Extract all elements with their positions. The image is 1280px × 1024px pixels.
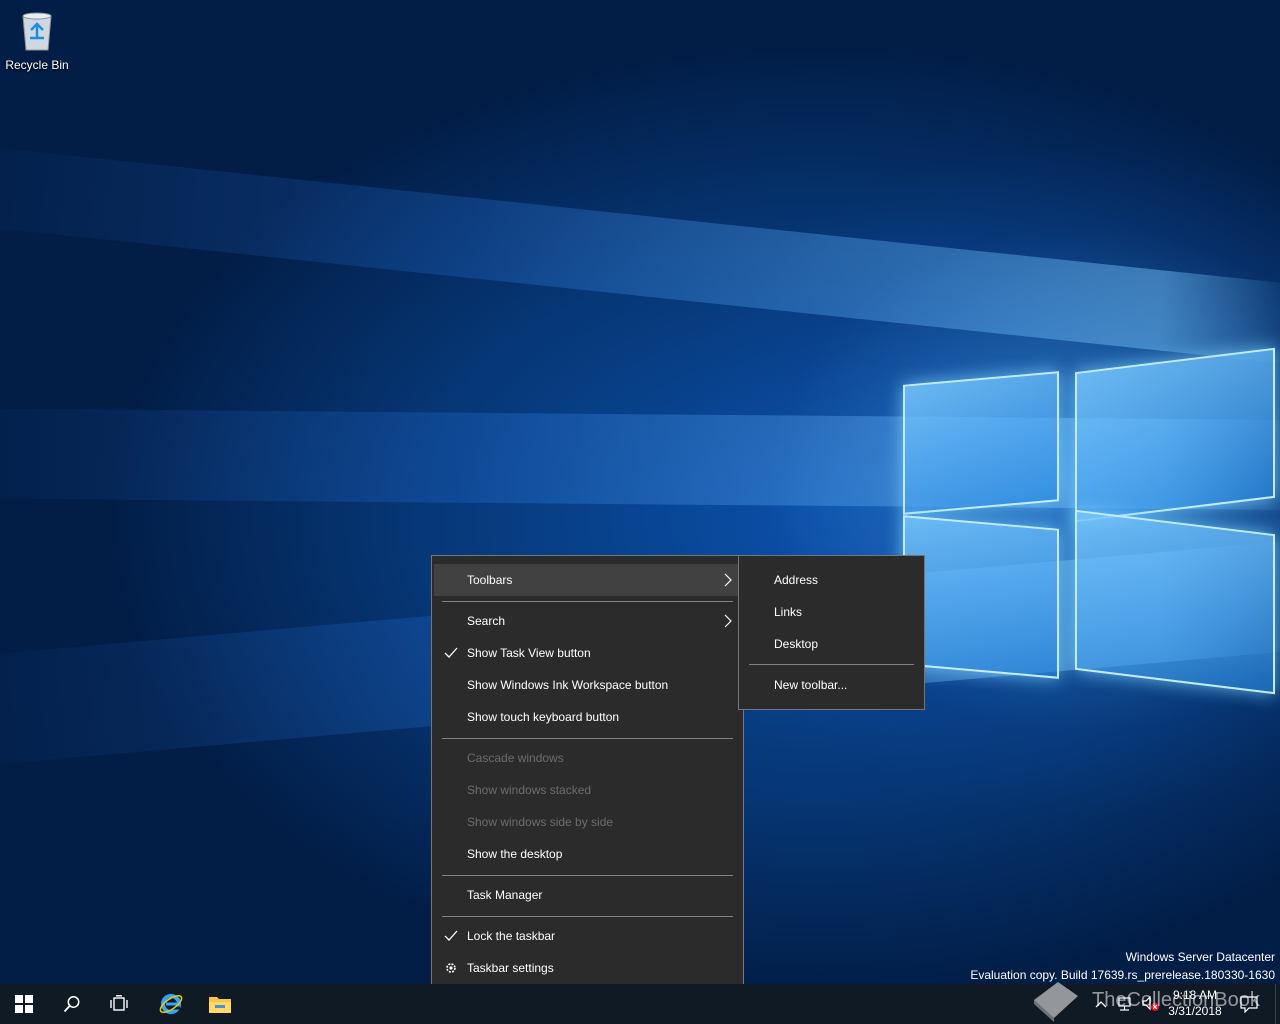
internet-explorer-taskbar-button[interactable] <box>147 984 195 1024</box>
menu-item-show-ink-workspace-button[interactable]: Show Windows Ink Workspace button <box>434 669 741 701</box>
menu-item-label: Toolbars <box>467 573 513 587</box>
menu-item-label: Search <box>467 614 506 628</box>
menu-separator <box>749 664 914 665</box>
internet-explorer-icon <box>159 994 183 1014</box>
chevron-right-icon <box>724 614 732 628</box>
search-button[interactable] <box>48 984 96 1024</box>
overlay-watermark: TheCollectionBook <box>1030 976 1260 1024</box>
recycle-bin-label: Recycle Bin <box>5 58 69 72</box>
show-desktop-button[interactable] <box>1275 984 1280 1024</box>
menu-item-label: Taskbar settings <box>467 961 554 975</box>
watermark-edition: Windows Server Datacenter <box>1125 950 1275 964</box>
menu-item-label: Task Manager <box>467 888 543 902</box>
menu-item-show-windows-side-by-side: Show windows side by side <box>434 806 741 838</box>
checkmark-icon <box>444 647 458 658</box>
menu-separator <box>442 875 733 876</box>
start-button[interactable] <box>0 984 48 1024</box>
submenu-item-links[interactable]: Links <box>741 596 922 628</box>
chevron-right-icon <box>724 573 732 587</box>
gear-icon <box>446 963 456 973</box>
menu-item-taskbar-settings[interactable]: Taskbar settings <box>434 952 741 984</box>
menu-item-show-the-desktop[interactable]: Show the desktop <box>434 838 741 870</box>
toolbars-submenu: Address Links Desktop New toolbar... <box>738 555 925 710</box>
menu-separator <box>442 601 733 602</box>
search-icon <box>63 996 80 1013</box>
file-explorer-taskbar-button[interactable] <box>196 984 244 1024</box>
overlay-watermark-text: TheCollectionBook <box>1092 988 1260 1011</box>
start-icon <box>15 995 33 1013</box>
file-explorer-icon <box>209 997 231 1013</box>
menu-separator <box>442 738 733 739</box>
menu-item-toolbars[interactable]: Toolbars <box>434 564 741 596</box>
menu-separator <box>442 916 733 917</box>
task-view-button[interactable] <box>96 984 144 1024</box>
menu-item-show-windows-stacked: Show windows stacked <box>434 774 741 806</box>
menu-item-label: Cascade windows <box>467 751 564 765</box>
menu-item-label: Desktop <box>774 637 819 651</box>
task-view-icon <box>110 995 128 1011</box>
recycle-bin-icon <box>22 12 52 51</box>
menu-item-label: Show windows side by side <box>467 815 614 829</box>
windows-logo-wallpaper <box>900 330 1280 695</box>
submenu-item-address[interactable]: Address <box>741 564 922 596</box>
menu-item-lock-the-taskbar[interactable]: Lock the taskbar <box>434 920 741 952</box>
menu-item-label: Address <box>774 573 819 587</box>
checkmark-icon <box>444 930 458 941</box>
menu-item-show-touch-keyboard-button[interactable]: Show touch keyboard button <box>434 701 741 733</box>
menu-item-label: Show the desktop <box>467 847 563 861</box>
taskbar-context-menu: Toolbars Search Show Task View button Sh… <box>431 555 744 993</box>
menu-item-task-manager[interactable]: Task Manager <box>434 879 741 911</box>
submenu-item-desktop[interactable]: Desktop <box>741 628 922 660</box>
submenu-item-new-toolbar[interactable]: New toolbar... <box>741 669 922 701</box>
menu-item-label: Show Task View button <box>467 646 591 660</box>
menu-item-label: New toolbar... <box>774 678 848 692</box>
menu-item-label: Lock the taskbar <box>467 929 556 943</box>
menu-item-search[interactable]: Search <box>434 605 741 637</box>
menu-item-label: Show Windows Ink Workspace button <box>467 678 669 692</box>
menu-item-show-task-view-button[interactable]: Show Task View button <box>434 637 741 669</box>
menu-item-label: Show windows stacked <box>467 783 592 797</box>
recycle-bin-shortcut[interactable]: Recycle Bin <box>4 6 70 76</box>
menu-item-label: Show touch keyboard button <box>467 710 620 724</box>
menu-item-label: Links <box>774 605 803 619</box>
book-logo-icon <box>1034 982 1078 1022</box>
menu-item-cascade-windows: Cascade windows <box>434 742 741 774</box>
